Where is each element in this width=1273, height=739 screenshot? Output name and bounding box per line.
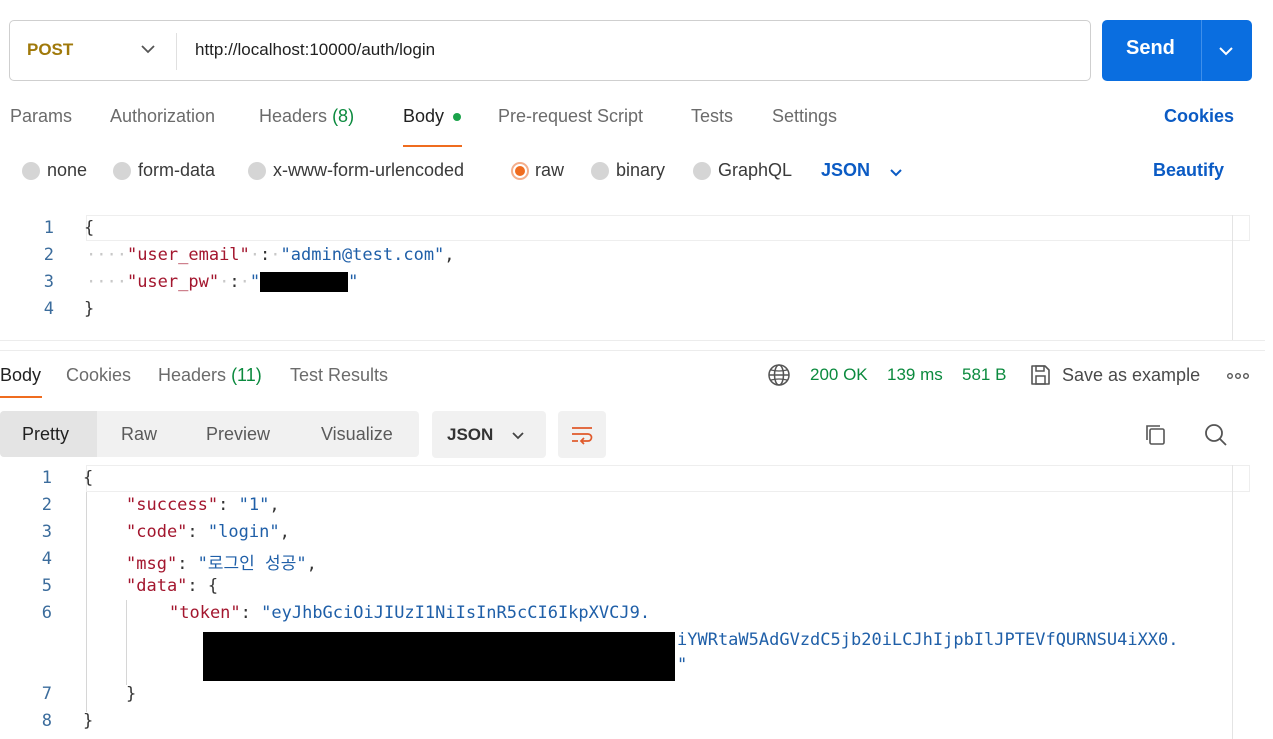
- tab-tests[interactable]: Tests: [691, 106, 733, 127]
- response-tab-test-results[interactable]: Test Results: [290, 365, 388, 386]
- divider: [0, 340, 1265, 341]
- beautify-button[interactable]: Beautify: [1153, 160, 1224, 181]
- resize-handle[interactable]: [0, 350, 1265, 351]
- code-line[interactable]: "success": "1",: [126, 495, 280, 515]
- radio-form-data-label[interactable]: form-data: [138, 160, 215, 181]
- current-line-highlight: [86, 215, 1250, 241]
- radio-none-label[interactable]: none: [47, 160, 87, 181]
- line-number: 2: [43, 245, 54, 265]
- headers-count-badge: (8): [332, 106, 355, 126]
- active-tab-underline: [0, 396, 42, 398]
- tab-headers[interactable]: Headers (8): [259, 106, 354, 127]
- radio-graphql[interactable]: [693, 162, 711, 180]
- active-tab-underline: [403, 145, 462, 147]
- indent-guide: [126, 600, 127, 685]
- send-button[interactable]: Send: [1102, 20, 1252, 81]
- radio-binary[interactable]: [591, 162, 609, 180]
- redacted-token: [203, 632, 675, 681]
- code-line[interactable]: "data": {: [126, 576, 218, 596]
- url-input[interactable]: http://localhost:10000/auth/login: [195, 40, 435, 60]
- view-mode-preview[interactable]: Preview: [206, 424, 270, 445]
- code-line[interactable]: }: [83, 711, 93, 731]
- line-number: 7: [41, 684, 52, 704]
- divider: [1201, 20, 1202, 81]
- chevron-down-icon[interactable]: [884, 160, 908, 184]
- line-number: 8: [41, 711, 52, 731]
- line-number: 5: [41, 576, 52, 596]
- code-line-wrap[interactable]: ": [677, 655, 687, 675]
- line-number: 6: [41, 603, 52, 623]
- body-indicator-dot: [453, 113, 461, 121]
- view-mode-raw[interactable]: Raw: [121, 424, 157, 445]
- cookies-link[interactable]: Cookies: [1164, 106, 1234, 127]
- response-tab-headers-label: Headers: [158, 365, 227, 385]
- line-number: 1: [41, 468, 52, 488]
- code-line[interactable]: ····"user_pw"·:·" ": [86, 272, 358, 292]
- code-line[interactable]: "code": "login",: [126, 522, 290, 542]
- code-line[interactable]: ····"user_email"·:·"admin@test.com",: [86, 245, 455, 265]
- chevron-down-icon: [512, 432, 524, 440]
- tab-headers-label: Headers: [259, 106, 328, 126]
- line-number: 2: [41, 495, 52, 515]
- radio-urlencoded[interactable]: [248, 162, 266, 180]
- radio-binary-label[interactable]: binary: [616, 160, 665, 181]
- radio-graphql-label[interactable]: GraphQL: [718, 160, 792, 181]
- chevron-down-icon[interactable]: [1213, 38, 1239, 64]
- line-number: 4: [43, 299, 54, 319]
- tab-settings[interactable]: Settings: [772, 106, 837, 127]
- response-time[interactable]: 139 ms: [887, 365, 943, 385]
- response-format-select[interactable]: JSON: [432, 411, 546, 458]
- current-line-highlight: [86, 465, 1250, 492]
- response-format-label: JSON: [447, 425, 494, 444]
- divider: [176, 33, 177, 70]
- send-button-label: Send: [1126, 37, 1175, 59]
- code-line[interactable]: }: [126, 684, 136, 704]
- line-number: 1: [43, 218, 54, 238]
- code-line[interactable]: {: [84, 218, 94, 238]
- response-tab-headers[interactable]: Headers (11): [158, 365, 262, 386]
- response-size[interactable]: 581 B: [962, 365, 1006, 385]
- radio-none[interactable]: [22, 162, 40, 180]
- indent-guide: [86, 492, 87, 712]
- code-line[interactable]: }: [84, 299, 94, 319]
- code-line[interactable]: "msg": "로그인 성공",: [126, 549, 317, 574]
- wrap-lines-icon: [572, 427, 593, 445]
- tab-pre-request-script[interactable]: Pre-request Script: [498, 106, 643, 127]
- response-tab-body[interactable]: Body: [0, 365, 41, 386]
- save-as-example-button[interactable]: Save as example: [1062, 365, 1200, 386]
- method-selector[interactable]: POST: [27, 40, 73, 60]
- editor-scrollbar-track[interactable]: [1232, 215, 1233, 340]
- radio-raw-label[interactable]: raw: [535, 160, 564, 181]
- more-icon[interactable]: [1226, 371, 1250, 381]
- view-mode-pretty[interactable]: Pretty: [22, 424, 69, 445]
- headers-count-badge: (11): [231, 365, 262, 385]
- code-line[interactable]: "token": "eyJhbGciOiJIUzI1NiIsInR5cCI6Ik…: [169, 603, 650, 623]
- radio-urlencoded-label[interactable]: x-www-form-urlencoded: [273, 160, 464, 181]
- tab-authorization[interactable]: Authorization: [110, 106, 215, 127]
- radio-raw[interactable]: [511, 162, 529, 180]
- wrap-lines-button[interactable]: [558, 411, 606, 458]
- view-mode-visualize[interactable]: Visualize: [321, 424, 393, 445]
- line-number: 3: [43, 272, 54, 292]
- editor-scrollbar-track[interactable]: [1232, 465, 1233, 739]
- response-tab-cookies[interactable]: Cookies: [66, 365, 131, 386]
- save-icon[interactable]: [1028, 363, 1052, 387]
- code-line[interactable]: {: [83, 468, 93, 488]
- tab-body[interactable]: Body: [403, 106, 444, 127]
- line-number: 4: [41, 549, 52, 569]
- status-code[interactable]: 200 OK: [810, 365, 868, 385]
- code-line-wrap[interactable]: iYWRtaW5AdGVzdC5jb20iLCJhIjpbIlJPTEVfQUR…: [677, 630, 1179, 650]
- chevron-down-icon[interactable]: [135, 36, 161, 62]
- radio-form-data[interactable]: [113, 162, 131, 180]
- redacted-password: [260, 272, 349, 292]
- copy-icon[interactable]: [1142, 421, 1170, 449]
- search-icon[interactable]: [1202, 421, 1230, 449]
- url-bar: POST http://localhost:10000/auth/login: [9, 20, 1091, 81]
- line-number: 3: [41, 522, 52, 542]
- globe-icon[interactable]: [767, 363, 791, 387]
- tab-params[interactable]: Params: [10, 106, 72, 127]
- language-select[interactable]: JSON: [821, 160, 870, 181]
